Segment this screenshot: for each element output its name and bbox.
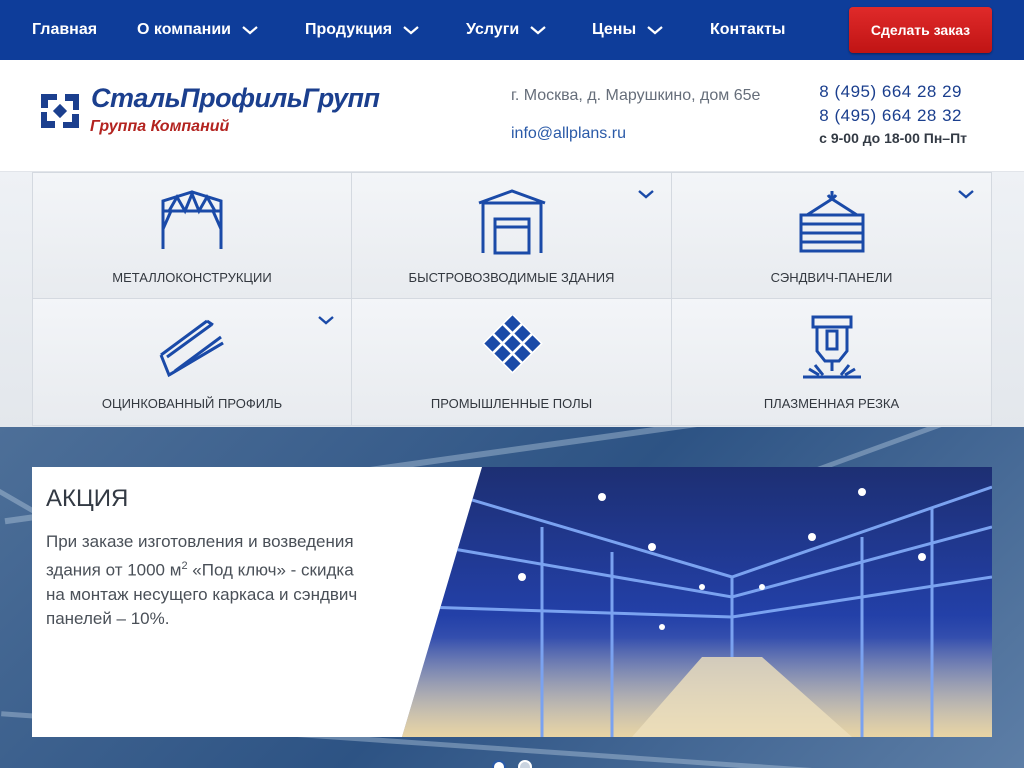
phone-number-1[interactable]: 8 (495) 664 28 29 xyxy=(819,82,962,102)
nav-item-home[interactable]: Главная xyxy=(32,0,97,60)
warehouse-photo xyxy=(402,467,992,737)
chevron-down-icon xyxy=(402,24,420,36)
order-button[interactable]: Сделать заказ xyxy=(849,7,992,53)
chevron-down-icon xyxy=(646,24,664,36)
top-navigation: Главная О компании Продукция Услуги Цены… xyxy=(0,0,1024,60)
chevron-down-icon[interactable] xyxy=(957,187,975,205)
nav-item-label: Продукция xyxy=(305,21,393,38)
chevron-down-icon xyxy=(241,24,259,36)
nav-item-label: Главная xyxy=(32,21,98,38)
nav-item-services[interactable]: Услуги xyxy=(466,0,547,60)
product-label: Металлоконструкции xyxy=(112,270,272,285)
email-link[interactable]: info@allplans.ru xyxy=(511,125,626,143)
hangar-icon xyxy=(477,189,547,260)
logo-subtitle: Группа Компаний xyxy=(90,118,230,135)
slider-dots xyxy=(492,760,532,768)
product-tile-plasma-cutting[interactable]: Плазменная резка xyxy=(672,299,992,426)
nav-item-label: О компании xyxy=(137,21,231,38)
nav-item-products[interactable]: Продукция xyxy=(305,0,420,60)
plasma-cutter-icon xyxy=(799,315,865,386)
chevron-down-icon[interactable] xyxy=(637,187,655,205)
panel-hook-icon xyxy=(799,189,865,258)
promo-title: АКЦИЯ xyxy=(46,485,129,512)
company-address: г. Москва, д. Марушкино, дом 65е xyxy=(511,87,761,104)
products-grid: Металлоконструкции Быстровозводимые здан… xyxy=(0,172,1024,427)
product-label: Плазменная резка xyxy=(763,396,900,411)
nav-item-label: Цены xyxy=(592,21,637,38)
slider-dot[interactable] xyxy=(492,760,506,768)
logo-icon[interactable] xyxy=(37,88,83,139)
nav-item-contacts[interactable]: Контакты xyxy=(710,0,785,60)
product-tile-metal-structures[interactable]: Металлоконструкции xyxy=(32,172,352,299)
slider-dot[interactable] xyxy=(518,760,532,768)
profile-icon xyxy=(157,315,227,384)
frame-icon xyxy=(159,189,225,256)
product-label: Быстровозводимые здания xyxy=(408,270,615,285)
nav-item-prices[interactable]: Цены xyxy=(592,0,664,60)
chevron-down-icon xyxy=(529,24,547,36)
nav-item-label: Контакты xyxy=(710,21,786,38)
logo-title[interactable]: СтальПрофильГрупп xyxy=(91,83,380,114)
nav-item-about[interactable]: О компании xyxy=(137,0,259,60)
product-tile-sandwich-panels[interactable]: Сэндвич-панели xyxy=(672,172,992,299)
product-label: Оцинкованный профиль xyxy=(101,396,283,411)
chevron-down-icon[interactable] xyxy=(317,313,335,331)
product-tile-prefab-buildings[interactable]: Быстровозводимые здания xyxy=(352,172,672,299)
product-label: Промышленные полы xyxy=(430,396,593,411)
working-hours: с 9-00 до 18-00 Пн–Пт xyxy=(819,130,967,146)
phone-number-2[interactable]: 8 (495) 664 28 32 xyxy=(819,106,962,126)
promo-text: При заказе изготовления и возведения зда… xyxy=(46,530,366,631)
product-tile-galvanized-profile[interactable]: Оцинкованный профиль xyxy=(32,299,352,426)
nav-item-label: Услуги xyxy=(466,21,520,38)
product-label: Сэндвич-панели xyxy=(770,270,893,285)
floor-tiles-icon xyxy=(477,313,547,386)
product-tile-industrial-floors[interactable]: Промышленные полы xyxy=(352,299,672,426)
